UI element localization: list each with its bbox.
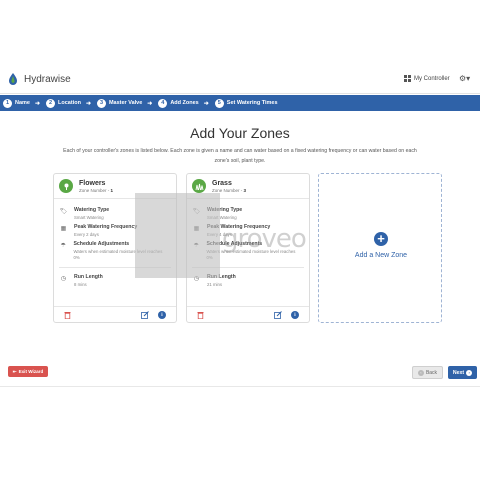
step-number: 4: [158, 98, 168, 108]
step-label: Set Watering Times: [226, 100, 278, 106]
back-arrow-icon: ‹: [417, 369, 424, 376]
row-label: Watering Type: [74, 207, 110, 213]
my-controller-link[interactable]: My Controller: [404, 75, 450, 82]
step-number: 1: [3, 98, 12, 108]
umbrella-icon: ☂: [60, 243, 66, 249]
step-label: Master Valve: [108, 100, 143, 106]
brand[interactable]: Hydrawise: [6, 72, 71, 86]
next-button[interactable]: Next ›: [448, 366, 477, 379]
add-zone-card[interactable]: + Add a New Zone: [318, 173, 442, 323]
watermark-logo: [135, 193, 220, 278]
step-label: Name: [15, 100, 30, 106]
trash-icon[interactable]: [64, 311, 71, 319]
step-number: 5: [214, 98, 224, 108]
edit-icon[interactable]: [274, 311, 282, 319]
back-label: Back: [425, 369, 438, 376]
zone-number-label: Zone Number -: [79, 187, 111, 193]
step-set-watering-times[interactable]: 5 Set Watering Times: [214, 98, 278, 108]
arrow-icon: ➜: [203, 100, 209, 107]
frequency-row: ▦ Peak Watering Frequency Every 2 days: [59, 224, 138, 238]
zone-name: Grass: [212, 179, 232, 187]
step-location[interactable]: 2 Location ➜: [46, 98, 91, 108]
step-add-zones[interactable]: 4 Add Zones ➜: [158, 98, 209, 108]
step-number: 3: [96, 98, 106, 108]
app-name: Hydrawise: [24, 73, 71, 85]
edit-icon[interactable]: [141, 311, 149, 319]
arrow-icon: ➜: [34, 100, 41, 107]
row-label: Run Length: [74, 274, 103, 280]
step-name[interactable]: 1 Name ➜: [3, 98, 41, 108]
watermark-text: groveo: [222, 224, 307, 254]
tag-icon: 🏷: [59, 209, 68, 215]
hydrawise-logo-icon: [9, 73, 17, 85]
arrow-icon: ➜: [85, 100, 91, 107]
wizard-steps: 1 Name ➜ 2 Location ➜ 3 Master Valve ➜ 4…: [0, 95, 480, 111]
row-value: 21 mins: [207, 282, 223, 287]
zone-number-label: Zone Number -: [212, 187, 244, 193]
info-icon[interactable]: i: [158, 311, 166, 319]
exit-icon: ⇤: [12, 368, 17, 374]
zone-card-footer: i: [54, 306, 176, 322]
next-label: Next: [452, 369, 465, 376]
row-value: Smart Watering: [74, 215, 104, 220]
zone-number: Zone Number - 3: [212, 188, 246, 193]
zone-number: Zone Number - 1: [79, 188, 113, 193]
trash-icon[interactable]: [197, 311, 204, 319]
arrow-icon: ➜: [147, 100, 153, 107]
zone-name: Flowers: [79, 179, 106, 187]
page-title: Add Your Zones: [190, 125, 290, 141]
bottom-divider: [0, 386, 480, 387]
step-number: 2: [46, 98, 56, 108]
grass-icon: [192, 179, 206, 193]
row-value: Every 2 days: [74, 232, 99, 237]
zone-card-footer: i: [187, 306, 309, 322]
info-icon[interactable]: i: [291, 311, 299, 319]
row-value: 8 mins: [74, 282, 87, 287]
clock-icon: ◷: [60, 276, 67, 282]
plus-circle-icon: +: [374, 232, 388, 246]
run-length-row: ◷ Run Length 8 mins: [59, 274, 103, 288]
add-zone-label: Add a New Zone: [354, 252, 408, 259]
exit-label: Exit Wizard: [18, 369, 44, 374]
exit-wizard-button[interactable]: ⇤ Exit Wizard: [8, 366, 48, 377]
flower-icon: [59, 179, 73, 193]
watering-type-row: 🏷 Watering Type Smart Watering: [59, 207, 109, 221]
back-button[interactable]: ‹ Back: [412, 366, 443, 379]
zone-number-value: 1: [110, 187, 114, 193]
step-label: Add Zones: [170, 100, 199, 106]
grid-icon: [404, 75, 411, 82]
next-arrow-icon: ›: [466, 369, 473, 376]
settings-cog-icon[interactable]: ⚙▾: [459, 74, 470, 83]
row-label: Peak Watering Frequency: [74, 224, 138, 230]
page-intro: Each of your controller's zones is liste…: [63, 148, 417, 164]
controller-label: My Controller: [414, 75, 450, 82]
step-master-valve[interactable]: 3 Master Valve ➜: [96, 98, 153, 108]
zone-number-value: 3: [243, 187, 247, 193]
calendar-icon: ▦: [60, 226, 67, 232]
step-label: Location: [58, 100, 81, 106]
top-navbar: Hydrawise My Controller ⚙▾: [0, 66, 480, 94]
